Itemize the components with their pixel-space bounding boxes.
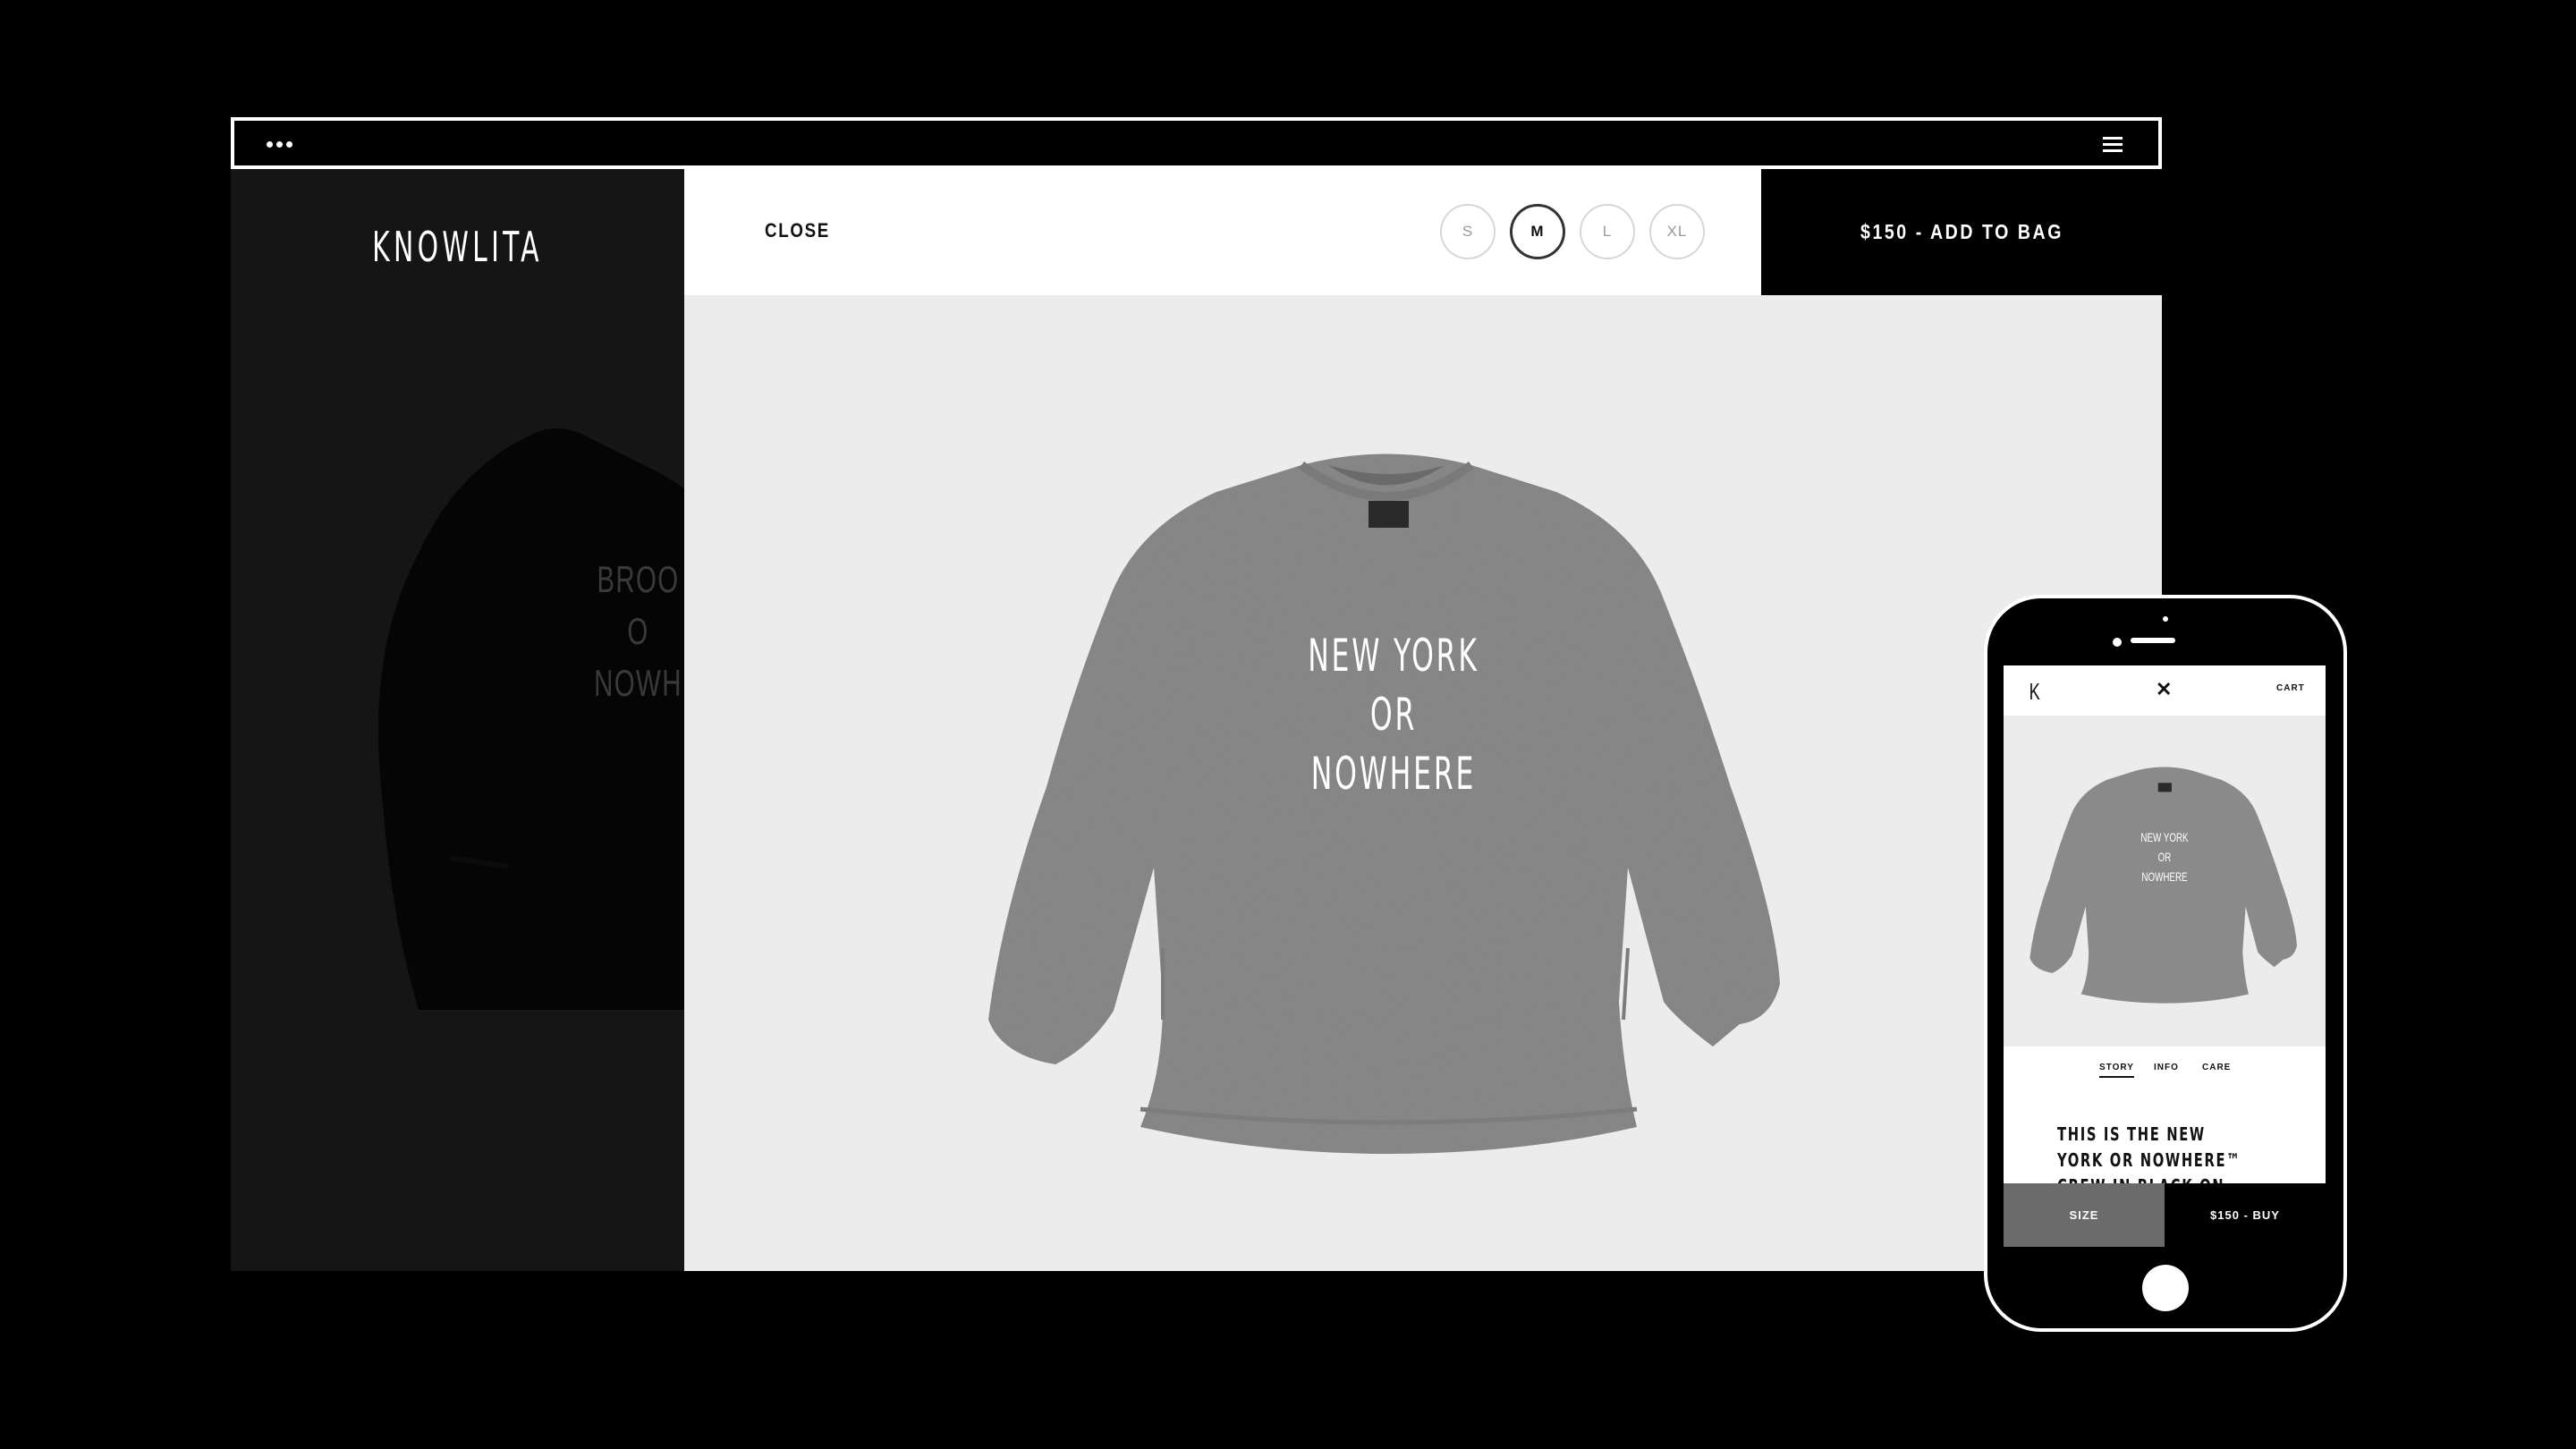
phone-print-line: NOWHERE <box>2141 869 2188 884</box>
phone-print-line: OR <box>2157 850 2172 864</box>
print-line: NOWHERE <box>1310 748 1477 800</box>
brand-logo[interactable]: KNOWLITA <box>294 223 621 271</box>
product-image-stage: NEW YORK OR NOWHERE <box>684 295 2162 1271</box>
sweater-image <box>988 453 1780 1154</box>
size-option-l[interactable]: L <box>1580 204 1635 259</box>
buy-button[interactable]: $150 - BUY <box>2165 1183 2326 1247</box>
background-print-line: BROO <box>597 558 680 600</box>
size-label: SIZE <box>2069 1208 2099 1222</box>
phone-camera-icon <box>2113 638 2122 647</box>
print-line: OR <box>1369 689 1418 741</box>
phone-tabs: STORY INFO CARE <box>2004 1055 2326 1082</box>
print-line: NEW YORK <box>1308 630 1479 682</box>
background-print-line: O <box>627 610 649 652</box>
phone-speaker-icon <box>2131 638 2175 643</box>
tab-care[interactable]: CARE <box>2202 1063 2231 1072</box>
hamburger-menu-icon[interactable] <box>2103 137 2123 153</box>
phone-sweater-print: NEW YORK OR NOWHERE <box>2120 827 2209 886</box>
size-option-m[interactable]: M <box>1510 204 1565 259</box>
buy-label: $150 - BUY <box>2210 1208 2280 1222</box>
size-option-s[interactable]: S <box>1440 204 1496 259</box>
tab-info[interactable]: INFO <box>2154 1063 2179 1072</box>
more-dots-icon[interactable] <box>267 141 293 148</box>
phone-home-button[interactable] <box>2142 1265 2189 1311</box>
cart-link[interactable]: CART <box>2276 683 2305 693</box>
sweater-print: NEW YORK OR NOWHERE <box>1250 626 1537 803</box>
product-header: CLOSE S M L XL <box>684 169 1761 295</box>
background-print-line: NOWH <box>594 662 682 704</box>
size-button[interactable]: SIZE <box>2004 1183 2165 1247</box>
phone-sensor-icon <box>2163 616 2168 622</box>
close-icon[interactable]: ✕ <box>2156 678 2172 701</box>
add-to-bag-button[interactable]: $150 - ADD TO BAG <box>1761 169 2162 295</box>
left-panel: KNOWLITA BROO O NOWH <box>231 169 684 1271</box>
phone-mockup: K ✕ CART NEW YORK OR NOWHERE STORY INFO … <box>1984 595 2347 1332</box>
phone-screen: K ✕ CART NEW YORK OR NOWHERE STORY INFO … <box>2004 665 2326 1247</box>
phone-logo[interactable]: K <box>2029 678 2040 706</box>
browser-toolbar <box>231 117 2162 169</box>
size-option-xl[interactable]: XL <box>1649 204 1705 259</box>
add-to-bag-label: $150 - ADD TO BAG <box>1860 220 2063 243</box>
background-sweater-image <box>378 428 684 1010</box>
phone-product-image: NEW YORK OR NOWHERE <box>2004 716 2326 1046</box>
background-sweater-print: BROO O NOWH <box>575 554 684 709</box>
close-button[interactable]: CLOSE <box>765 219 830 242</box>
tab-story[interactable]: STORY <box>2099 1063 2134 1078</box>
phone-header: K ✕ CART <box>2004 665 2326 716</box>
phone-print-line: NEW YORK <box>2140 830 2189 844</box>
